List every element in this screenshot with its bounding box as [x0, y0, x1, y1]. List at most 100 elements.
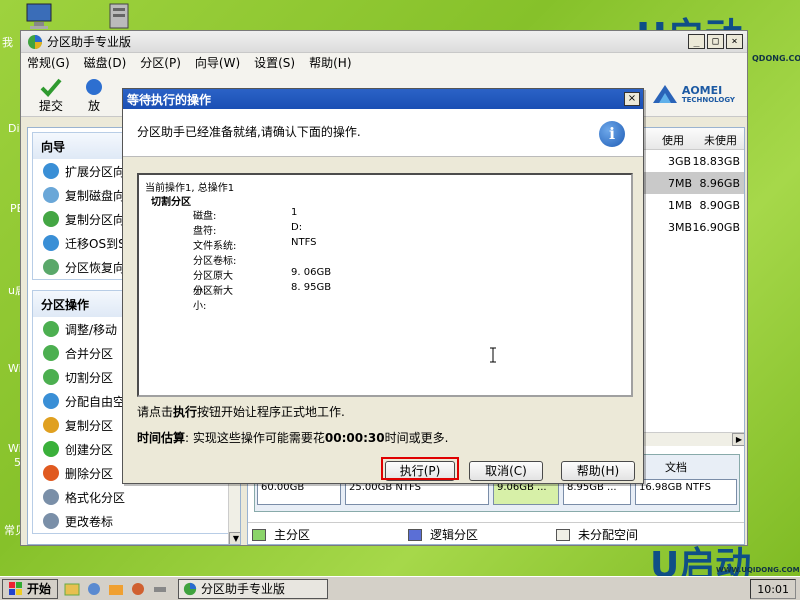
cell-free: 18.83GB: [692, 154, 740, 168]
cell-used: 3MB: [668, 220, 693, 234]
dialog-title: 等待执行的操作: [127, 92, 212, 107]
op-detail-row: 分区原大小: 9. 06GB: [145, 267, 625, 297]
logo-name: AOMEI: [681, 83, 723, 97]
ops-item[interactable]: 更改卷标: [33, 509, 235, 533]
ops-item-label: 格式化分区: [65, 490, 126, 505]
disk-segment[interactable]: 16.98GB NTFS: [635, 479, 737, 505]
menu-wizard[interactable]: 向导(W): [195, 54, 240, 71]
taskbar-app-button[interactable]: 分区助手专业版: [178, 578, 329, 599]
quicklaunch-tool-icon[interactable]: [86, 581, 102, 597]
cell-used: 3GB: [668, 154, 692, 168]
menu-partition[interactable]: 分区(P): [140, 54, 181, 71]
legend-unallocated: 未分配空间: [578, 528, 639, 542]
main-titlebar[interactable]: 分区助手专业版 _ □ ×: [21, 31, 747, 53]
cell-free: 8.90GB: [699, 198, 740, 212]
op-detail-key: 盘符:: [193, 226, 217, 237]
op-detail-key: 文件系统:: [193, 241, 237, 252]
start-label: 开始: [27, 582, 52, 596]
start-button[interactable]: 开始: [2, 578, 59, 599]
merge-icon: [43, 345, 59, 361]
copy-icon: [43, 417, 59, 433]
system-clock[interactable]: 10:01: [750, 579, 796, 599]
scroll-down-arrow[interactable]: ▼: [229, 532, 240, 544]
dialog-header-text: 分区助手已经准备就绪,请确认下面的操作.: [137, 125, 361, 139]
app-icon: [183, 582, 197, 595]
split-icon: [43, 369, 59, 385]
dialog-message: 请点击执行按钮开始让程序正式地工作.: [137, 403, 345, 420]
msg-post: 按钮开始让程序正式地工作.: [197, 405, 345, 419]
menu-general[interactable]: 常规(G): [27, 54, 70, 71]
op-detail-value: [243, 252, 363, 267]
close-button[interactable]: ×: [726, 34, 743, 49]
dialog-titlebar[interactable]: 等待执行的操作: [123, 89, 643, 109]
op-detail-row: 分区卷标:: [145, 252, 625, 267]
op-status: 当前操作1, 总操作1: [145, 183, 235, 194]
col-free[interactable]: 未使用: [704, 132, 737, 148]
legend-primary: 主分区: [274, 528, 311, 542]
op-detail-value: 1: [291, 207, 298, 218]
maximize-button[interactable]: □: [707, 34, 724, 49]
discard-button[interactable]: 放: [83, 77, 105, 116]
quicklaunch-disk-icon[interactable]: [130, 581, 146, 597]
dialog-estimate: 时间估算: 实现这些操作可能需要花00:00:30时间或更多.: [137, 429, 448, 446]
aomei-logo-icon: [652, 85, 677, 103]
taskbar: 开始 分区助手专业版 10:01: [0, 576, 800, 600]
operations-list[interactable]: 当前操作1, 总操作1 切割分区 磁盘: 1 盘符: D: 文件系统: NTFS 分区…: [137, 173, 633, 397]
pending-operations-dialog: 等待执行的操作 × 分区助手已经准备就绪,请确认下面的操作. i 当前操作1, …: [122, 88, 644, 484]
ops-item[interactable]: 格式化分区: [33, 485, 235, 509]
checkmark-icon: [40, 78, 62, 97]
commit-label: 提交: [39, 99, 64, 113]
text-cursor-icon: [490, 347, 496, 363]
legend-swatch-logical: [408, 528, 423, 541]
discard-label: 放: [88, 99, 101, 113]
disk-header-tail: 文档: [665, 461, 687, 474]
windows-logo-icon: [9, 581, 22, 595]
info-icon: i: [599, 121, 625, 147]
menu-disk[interactable]: 磁盘(D): [84, 54, 127, 71]
main-title: 分区助手专业版: [47, 35, 132, 49]
computer-icon[interactable]: [24, 2, 54, 30]
legend-logical: 逻辑分区: [430, 528, 479, 542]
cancel-button[interactable]: 取消(C): [469, 461, 543, 481]
execute-button[interactable]: 执行(P): [385, 461, 455, 481]
op-detail-value: 8. 95GB: [291, 282, 332, 293]
ops-item-label: 合并分区: [65, 346, 114, 361]
op-detail-value: 9. 06GB: [291, 267, 332, 278]
col-used[interactable]: 使用: [662, 132, 684, 148]
aomei-logo: AOMEI TECHNOLOGY: [651, 83, 735, 105]
create-icon: [43, 441, 59, 457]
op-detail-row: 文件系统: NTFS: [145, 237, 625, 252]
segment-label: 16.98GB NTFS: [639, 482, 711, 493]
cell-used: 7MB: [668, 176, 693, 190]
wizard-item-label: 扩展分区向: [65, 164, 126, 179]
ops-item-label: 创建分区: [65, 442, 114, 457]
commit-button[interactable]: 提交: [39, 77, 63, 116]
copy-partition-icon: [43, 211, 59, 227]
op-detail-row: 盘符: D:: [145, 222, 625, 237]
msg-pre: 请点击: [137, 405, 174, 419]
menu-help[interactable]: 帮助(H): [309, 54, 351, 71]
op-detail-row: 分区新大小: 8. 95GB: [145, 282, 625, 312]
quicklaunch-eraser-icon[interactable]: [152, 581, 168, 597]
allocate-icon: [43, 393, 59, 409]
op-detail-value: D:: [291, 222, 303, 233]
label-icon: [43, 513, 59, 529]
quicklaunch-explorer-icon[interactable]: [64, 581, 80, 597]
op-detail-key: 分区新大小:: [193, 286, 233, 312]
format-icon: [43, 489, 59, 505]
est-time: 00:00:30: [324, 431, 385, 445]
quicklaunch-folder-icon[interactable]: [108, 581, 124, 597]
est-label: 时间估算: [137, 431, 186, 445]
minimize-button[interactable]: _: [688, 34, 705, 49]
ops-item-label: 更改卷标: [65, 514, 114, 529]
delete-icon: [43, 465, 59, 481]
brand-url-top: QDONG.COM: [752, 54, 800, 63]
help-button[interactable]: 帮助(H): [561, 461, 635, 481]
copy-disk-icon: [43, 187, 59, 203]
scroll-right-arrow[interactable]: ▶: [732, 433, 744, 446]
dialog-close-button[interactable]: ×: [624, 92, 640, 106]
legend-swatch-unallocated: [556, 528, 571, 541]
menu-settings[interactable]: 设置(S): [254, 54, 295, 71]
drive-icon[interactable]: [104, 2, 134, 30]
cell-free: 16.90GB: [692, 220, 740, 234]
